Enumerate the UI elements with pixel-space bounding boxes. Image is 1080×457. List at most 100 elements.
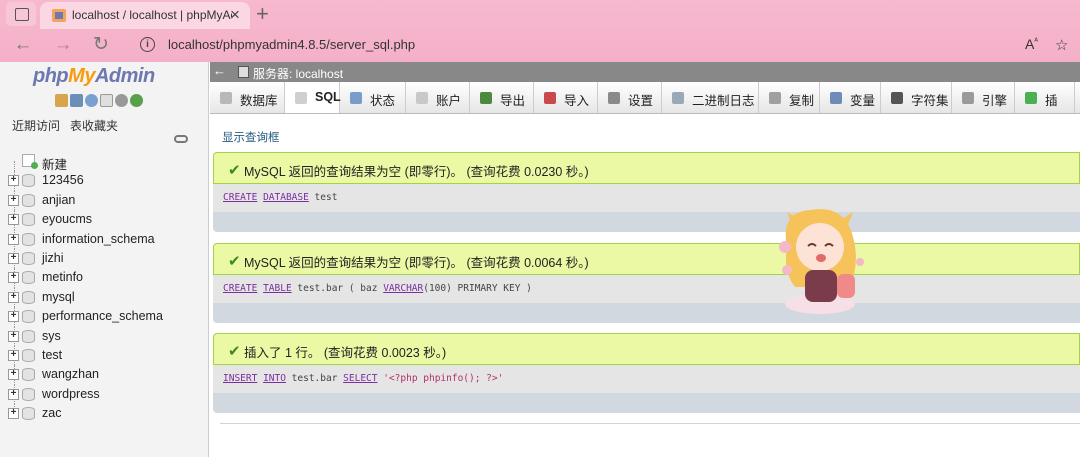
anime-sticker-image <box>779 209 864 314</box>
sql-keyword[interactable]: DATABASE <box>263 192 309 203</box>
expand-icon[interactable]: + <box>8 330 19 342</box>
phpmyadmin-logo[interactable]: phpMyAdmin <box>33 65 155 88</box>
tree-item-database[interactable]: + performance_schema <box>0 307 209 327</box>
tree-item-database[interactable]: + wordpress <box>0 384 209 405</box>
docs-icon[interactable] <box>100 94 113 107</box>
database-name[interactable]: performance_schema <box>42 309 163 323</box>
status-icon <box>350 92 362 104</box>
read-aloud-icon[interactable]: Aᴬ <box>1025 36 1038 52</box>
expand-icon[interactable]: + <box>8 272 19 284</box>
help-icon[interactable] <box>85 94 98 107</box>
database-name[interactable]: jizhi <box>42 251 64 265</box>
database-name[interactable]: zac <box>42 406 61 420</box>
query-options-bar[interactable] <box>213 303 1080 323</box>
link-icon[interactable] <box>174 135 188 143</box>
database-icon <box>22 387 35 401</box>
tree-item-database[interactable]: + information_schema <box>0 229 209 249</box>
sql-keyword[interactable]: CREATE <box>223 192 257 203</box>
tab-engines[interactable]: 引擎 <box>952 82 1015 113</box>
expand-icon[interactable]: + <box>8 175 19 187</box>
database-name[interactable]: metinfo <box>42 270 83 284</box>
server-label[interactable]: 服务器: localhost <box>253 65 343 82</box>
sql-keyword[interactable]: SELECT <box>343 373 377 384</box>
new-tab-icon[interactable]: + <box>256 1 269 27</box>
favorites-tab[interactable]: 表收藏夹 <box>70 119 118 133</box>
tree-item-database[interactable]: +123456 <box>0 171 209 191</box>
database-name[interactable]: sys <box>42 329 61 343</box>
database-name[interactable]: wangzhan <box>42 367 99 381</box>
url-text[interactable]: localhost/phpmyadmin4.8.5/server_sql.php <box>168 37 415 52</box>
sql-keyword[interactable]: INSERT <box>223 373 257 384</box>
tree-item-database[interactable]: + zac <box>0 404 209 423</box>
expand-icon[interactable]: + <box>8 252 19 264</box>
menu-label: 二进制日志 <box>692 94 755 108</box>
check-icon: ✔ <box>228 253 241 270</box>
tab-plugins[interactable]: 插 <box>1015 82 1075 113</box>
tab-export[interactable]: 导出 <box>470 82 534 113</box>
tab-database[interactable]: 数据库 <box>210 82 285 113</box>
expand-icon[interactable]: + <box>8 233 19 245</box>
sql-keyword[interactable]: VARCHAR <box>383 283 423 294</box>
sql-statement: CREATE DATABASE test <box>213 184 1080 212</box>
expand-icon[interactable]: + <box>8 214 19 226</box>
sql-keyword[interactable]: INTO <box>263 373 286 384</box>
check-icon: ✔ <box>228 343 241 360</box>
forward-icon[interactable]: → <box>50 32 76 58</box>
browser-tab[interactable]: localhost / localhost | phpMyAdmin × <box>40 2 250 29</box>
tree-item-database[interactable]: + metinfo <box>0 268 209 288</box>
sql-keyword[interactable]: TABLE <box>263 283 292 294</box>
reload-icon[interactable] <box>130 94 143 107</box>
expand-icon[interactable]: + <box>8 388 19 400</box>
expand-icon[interactable]: + <box>8 349 19 361</box>
database-name[interactable]: anjian <box>42 193 75 207</box>
database-name[interactable]: eyoucms <box>42 212 92 226</box>
tab-sql[interactable]: SQL <box>285 82 341 113</box>
tab-settings[interactable]: 设置 <box>598 82 662 113</box>
query-options-bar[interactable] <box>213 393 1080 413</box>
tab-binlog[interactable]: 二进制日志 <box>662 82 759 113</box>
new-label[interactable]: 新建 <box>42 154 67 173</box>
tab-actions-icon[interactable] <box>6 2 36 26</box>
tree-item-database[interactable]: + jizhi <box>0 248 209 269</box>
phpmyadmin-favicon-icon <box>52 9 66 22</box>
tree-item-database[interactable]: + wangzhan <box>0 365 209 385</box>
tree-item-new[interactable]: 新建 <box>0 152 209 173</box>
tab-accounts[interactable]: 账户 <box>406 82 470 113</box>
logout-icon[interactable] <box>70 94 83 107</box>
query-options-bar[interactable] <box>213 212 1080 232</box>
home-icon[interactable] <box>55 94 68 107</box>
database-name[interactable]: mysql <box>42 290 75 304</box>
collapse-icon[interactable]: ← <box>213 63 226 78</box>
close-tab-icon[interactable]: × <box>230 5 240 25</box>
tree-item-database[interactable]: + eyoucms <box>0 210 209 230</box>
database-name[interactable]: information_schema <box>42 232 155 246</box>
expand-icon[interactable]: + <box>8 369 19 381</box>
tab-replication[interactable]: 复制 <box>759 82 820 113</box>
address-bar[interactable]: i localhost/phpmyadmin4.8.5/server_sql.p… <box>130 31 1075 58</box>
recent-tab[interactable]: 近期访问 <box>12 119 60 133</box>
database-name[interactable]: wordpress <box>42 387 100 401</box>
expand-icon[interactable]: + <box>8 311 19 323</box>
database-name[interactable]: 123456 <box>42 173 84 187</box>
tab-charset[interactable]: 字符集 <box>881 82 952 113</box>
sql-icon <box>295 92 307 104</box>
charset-icon <box>891 92 903 104</box>
expand-icon[interactable]: + <box>8 194 19 206</box>
tree-item-database[interactable]: + mysql <box>0 287 209 308</box>
database-name[interactable]: test <box>42 348 62 362</box>
sql-keyword[interactable]: CREATE <box>223 283 257 294</box>
site-info-icon[interactable]: i <box>140 37 155 52</box>
tree-item-database[interactable]: + test <box>0 345 209 366</box>
tree-item-database[interactable]: + sys <box>0 326 209 346</box>
tab-import[interactable]: 导入 <box>534 82 598 113</box>
show-query-link[interactable]: 显示查询框 <box>222 129 280 145</box>
favorites-icon[interactable]: ☆ <box>1055 36 1068 54</box>
refresh-icon[interactable]: ↻ <box>88 32 114 58</box>
expand-icon[interactable]: + <box>8 408 19 420</box>
tab-variables[interactable]: 变量 <box>820 82 881 113</box>
expand-icon[interactable]: + <box>8 291 19 303</box>
tree-item-database[interactable]: + anjian <box>0 190 209 211</box>
settings-icon[interactable] <box>115 94 128 107</box>
tab-status[interactable]: 状态 <box>340 82 406 113</box>
back-icon[interactable]: ← <box>10 32 36 58</box>
